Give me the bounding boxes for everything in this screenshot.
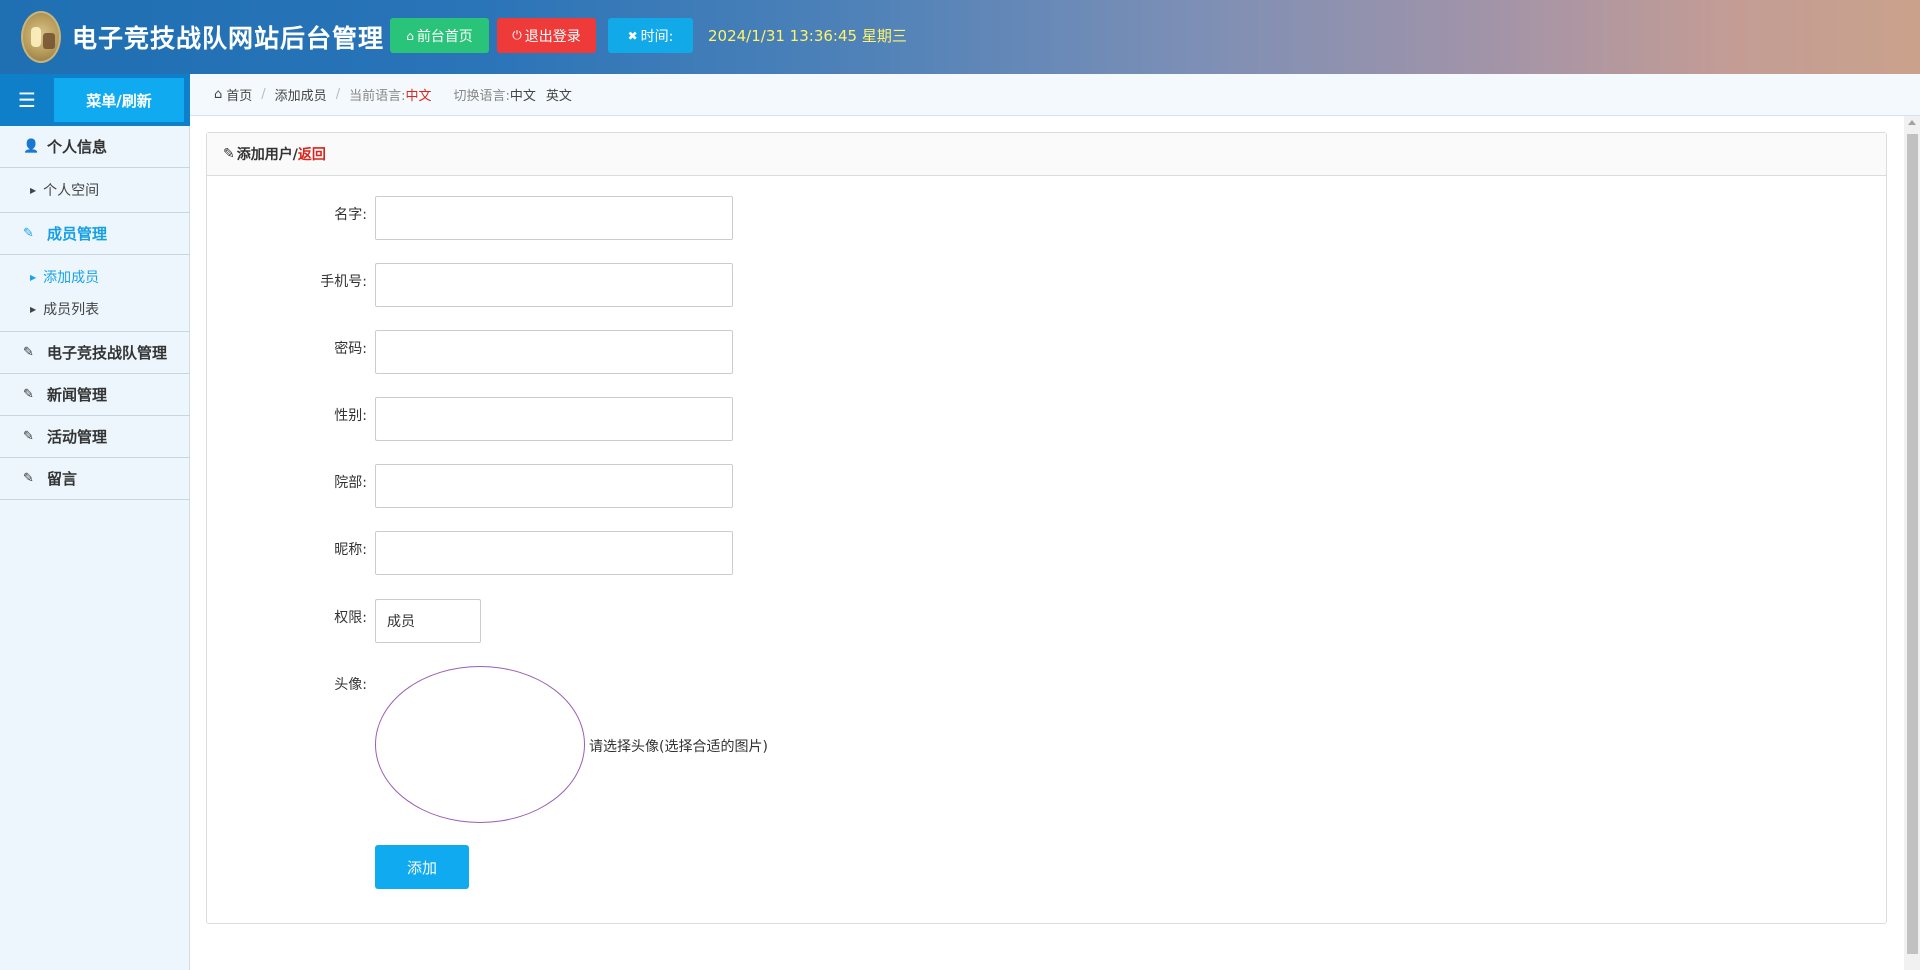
- frontend-home-button[interactable]: ⌂ 前台首页: [390, 18, 489, 53]
- nav-item-add-member[interactable]: ▶ 添加成员: [0, 261, 190, 293]
- nav-sub-members: ▶ 添加成员 ▶ 成员列表: [0, 255, 190, 332]
- nav-group-personal-info[interactable]: 👤 个人信息: [0, 126, 190, 168]
- nav-group-member-management[interactable]: ✎ 成员管理: [0, 213, 190, 255]
- name-input[interactable]: [375, 196, 733, 240]
- caret-right-icon: ▶: [30, 185, 37, 195]
- breadcrumb-current: 添加成员: [274, 89, 327, 104]
- nav-item-personal-space[interactable]: ▶ 个人空间: [0, 174, 190, 206]
- panel-title: 添加用户/: [236, 147, 298, 163]
- field-label: 名字:: [334, 207, 367, 223]
- nav-item-member-list[interactable]: ▶ 成员列表: [0, 293, 190, 325]
- current-language-label: 当前语言:: [349, 89, 406, 104]
- department-input[interactable]: [375, 464, 733, 508]
- edit-icon: ✎: [223, 146, 235, 162]
- time-button[interactable]: ✖ 时间:: [608, 18, 693, 53]
- nickname-input[interactable]: [375, 531, 733, 575]
- nav-sub-personal: ▶ 个人空间: [0, 168, 190, 213]
- permission-select[interactable]: 成员: [375, 599, 481, 643]
- nav-group-events[interactable]: ✎ 活动管理: [0, 416, 190, 458]
- logout-button[interactable]: ⏻ 退出登录: [497, 18, 596, 53]
- home-icon: ⌂: [214, 87, 223, 102]
- switch-language-en[interactable]: 英文: [546, 85, 572, 104]
- home-icon: ⌂: [406, 28, 414, 43]
- field-label: 手机号:: [320, 274, 367, 290]
- breadcrumb: ⌂ 首页 / 添加成员 / 当前语言: 中文 切换语言: 中文 英文: [190, 74, 1920, 116]
- caret-right-icon: ▶: [30, 272, 37, 282]
- edit-icon: ✎: [23, 226, 34, 241]
- password-input[interactable]: [375, 330, 733, 374]
- add-button[interactable]: 添加: [375, 845, 469, 889]
- breadcrumb-home[interactable]: 首页: [226, 85, 252, 104]
- avatar-hint: 请选择头像(选择合适的图片): [589, 739, 768, 755]
- edit-icon: ✎: [23, 345, 34, 360]
- edit-icon: ✎: [23, 471, 34, 486]
- sidebar-nav: 👤 个人信息 ▶ 个人空间 ✎ 成员管理 ▶ 添加成员 ▶ 成员列表 ✎ 电子竞…: [0, 126, 190, 500]
- menu-refresh-button[interactable]: 菜单/刷新: [54, 78, 184, 122]
- scroll-up-arrow-icon[interactable]: [1908, 120, 1916, 125]
- scroll-thumb[interactable]: [1907, 134, 1918, 954]
- site-title: 电子竞技战队网站后台管理: [72, 24, 385, 53]
- gender-input[interactable]: [375, 397, 733, 441]
- top-header: 电子竞技战队网站后台管理 ⌂ 前台首页 ⏻ 退出登录 ✖ 时间: 2024/1/…: [0, 0, 1920, 74]
- edit-icon: ✎: [23, 429, 34, 444]
- power-icon: ⏻: [512, 28, 522, 42]
- scrollbar[interactable]: [1904, 116, 1920, 970]
- field-label: 密码:: [334, 341, 367, 357]
- caret-right-icon: ▶: [30, 304, 37, 314]
- edit-icon: ✎: [23, 387, 34, 402]
- avatar-upload[interactable]: [375, 666, 585, 823]
- field-label: 头像:: [334, 677, 367, 693]
- close-icon: ✖: [627, 28, 638, 43]
- nav-group-messages[interactable]: ✎ 留言: [0, 458, 190, 500]
- nav-group-esports-team[interactable]: ✎ 电子竞技战队管理: [0, 332, 190, 374]
- field-label: 性别:: [334, 408, 367, 424]
- field-label: 院部:: [334, 475, 367, 491]
- clock-display: 2024/1/31 13:36:45 星期三: [708, 27, 907, 45]
- current-language-value: 中文: [405, 89, 432, 104]
- field-label: 昵称:: [334, 542, 367, 558]
- add-user-panel: ✎ 添加用户/ 返回 名字: 手机号: 密码: 性别: 院部: 昵称: 权限: …: [206, 132, 1887, 924]
- sidebar: ☰ 菜单/刷新 👤 个人信息 ▶ 个人空间 ✎ 成员管理 ▶ 添加成员 ▶ 成员…: [0, 74, 190, 970]
- field-label: 权限:: [334, 610, 367, 626]
- switch-language-zh[interactable]: 中文: [510, 85, 536, 104]
- user-icon: 👤: [23, 139, 40, 154]
- menu-toggle-icon[interactable]: ☰: [0, 74, 54, 126]
- panel-heading: ✎ 添加用户/ 返回: [207, 133, 1886, 176]
- sidebar-top: ☰ 菜单/刷新: [0, 74, 190, 126]
- switch-language-label: 切换语言:: [453, 89, 510, 104]
- nav-group-news[interactable]: ✎ 新闻管理: [0, 374, 190, 416]
- phone-input[interactable]: [375, 263, 733, 307]
- site-logo: [21, 11, 61, 63]
- back-link[interactable]: 返回: [298, 144, 326, 164]
